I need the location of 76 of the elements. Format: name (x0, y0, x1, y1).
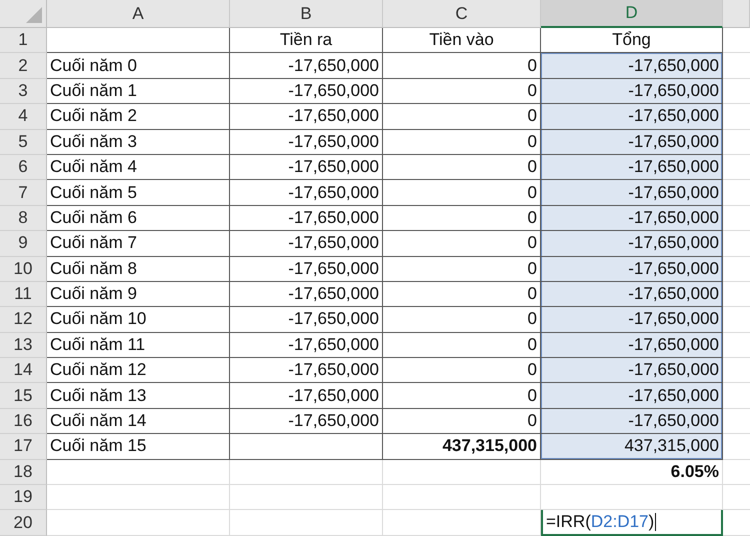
row-header[interactable]: 7 (0, 180, 47, 206)
row-header[interactable]: 4 (0, 104, 47, 130)
table-cell: Cuối năm 15 (47, 434, 230, 460)
table-cell: -17,650,000 (541, 358, 723, 384)
table-cell: Cuối năm 0 (47, 53, 230, 79)
table-cell: 437,315,000 (541, 434, 723, 460)
table-cell: -17,650,000 (230, 154, 383, 180)
table-cell: -17,650,000 (230, 130, 383, 155)
table-cell: -17,650,000 (230, 332, 383, 358)
column-title: Tiền vào (383, 28, 541, 54)
row-header[interactable]: 15 (0, 383, 47, 409)
table-cell: Cuối năm 8 (47, 256, 230, 282)
column-header[interactable] (723, 0, 750, 28)
table-cell: Cuối năm 10 (47, 307, 230, 333)
table-cell: Cuối năm 6 (47, 206, 230, 232)
table-cell: -17,650,000 (230, 206, 383, 232)
row-header[interactable]: 11 (0, 282, 47, 308)
table-cell: Cuối năm 1 (47, 78, 230, 104)
table-cell: -17,650,000 (230, 282, 383, 308)
column-title: Tiền ra (230, 28, 383, 54)
table-cell: -17,650,000 (230, 78, 383, 104)
table-cell: -17,650,000 (230, 180, 383, 206)
table-cell: -17,650,000 (230, 383, 383, 409)
column-header[interactable]: D (541, 0, 723, 28)
table-cell: -17,650,000 (541, 130, 723, 155)
row-header[interactable]: 5 (0, 130, 47, 155)
row-header[interactable]: 10 (0, 256, 47, 282)
table-cell: Cuối năm 7 (47, 231, 230, 257)
table-cell: Cuối năm 9 (47, 282, 230, 308)
row-header[interactable]: 6 (0, 154, 47, 180)
row-header[interactable]: 2 (0, 53, 47, 79)
column-header[interactable]: B (230, 0, 383, 28)
table-cell: -17,650,000 (230, 256, 383, 282)
table-cell: -17,650,000 (230, 358, 383, 384)
row-header[interactable]: 3 (0, 78, 47, 104)
table-cell: -17,650,000 (541, 256, 723, 282)
table-cell: Cuối năm 13 (47, 383, 230, 409)
formula-input[interactable]: =IRR(D2:D17) (541, 510, 723, 536)
row-header[interactable]: 14 (0, 358, 47, 384)
table-cell: -17,650,000 (541, 307, 723, 333)
column-header[interactable]: C (383, 0, 541, 28)
row-header[interactable]: 17 (0, 434, 47, 460)
table-cell: 6.05% (541, 460, 723, 486)
row-header[interactable]: 12 (0, 307, 47, 333)
table-cell: Cuối năm 2 (47, 104, 230, 130)
table-cell: -17,650,000 (230, 231, 383, 257)
table-cell: -17,650,000 (541, 332, 723, 358)
table-cell: -17,650,000 (541, 282, 723, 308)
table-cell: -17,650,000 (541, 383, 723, 409)
table-cell: -17,650,000 (541, 104, 723, 130)
table-cell: -17,650,000 (541, 231, 723, 257)
table-cell: -17,650,000 (541, 154, 723, 180)
row-header[interactable]: 8 (0, 206, 47, 232)
row-header[interactable]: 16 (0, 408, 47, 434)
row-header[interactable]: 1 (0, 28, 47, 54)
table-cell: -17,650,000 (230, 307, 383, 333)
table-cell: -17,650,000 (230, 53, 383, 79)
table-cell: Cuối năm 4 (47, 154, 230, 180)
table-cell: Cuối năm 11 (47, 332, 230, 358)
table-cell: Cuối năm 5 (47, 180, 230, 206)
row-header[interactable]: 20 (0, 510, 47, 536)
table-cell: -17,650,000 (541, 78, 723, 104)
table-cell: -17,650,000 (541, 53, 723, 79)
table-cell: Cuối năm 12 (47, 358, 230, 384)
table-cell: Cuối năm 14 (47, 408, 230, 434)
row-header[interactable]: 13 (0, 332, 47, 358)
table-cell: -17,650,000 (541, 206, 723, 232)
row-header[interactable]: 18 (0, 460, 47, 486)
row-header[interactable]: 9 (0, 231, 47, 257)
table-cell: -17,650,000 (230, 104, 383, 130)
table-cell: -17,650,000 (230, 408, 383, 434)
column-header[interactable]: A (47, 0, 230, 28)
row-header[interactable]: 19 (0, 485, 47, 510)
table-cell: -17,650,000 (541, 408, 723, 434)
table-cell: -17,650,000 (541, 180, 723, 206)
table-cell: Cuối năm 3 (47, 130, 230, 155)
